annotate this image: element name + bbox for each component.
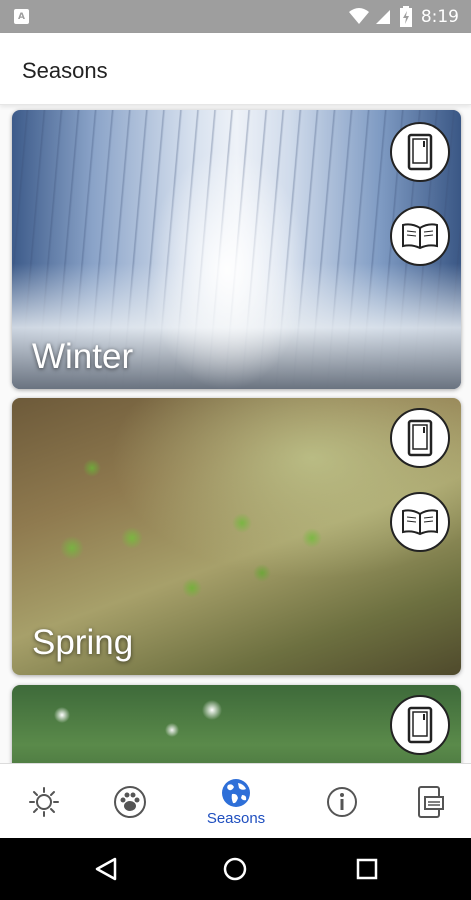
system-navigation-bar (0, 838, 471, 900)
book-button[interactable] (390, 206, 450, 266)
back-icon[interactable] (93, 856, 119, 882)
app-bar: Seasons (0, 33, 471, 105)
nav-item-seasons[interactable]: Seasons (196, 764, 276, 839)
tablet-button[interactable] (390, 695, 450, 755)
battery-icon (400, 6, 412, 27)
bottom-navigation: Seasons (0, 763, 471, 838)
tablet-icon (407, 419, 433, 457)
card-title: Winter (32, 337, 134, 376)
book-icon (402, 223, 438, 250)
season-card-winter[interactable]: Winter (12, 110, 461, 389)
signal-icon (376, 10, 390, 24)
globe-icon (222, 778, 250, 807)
nav-item-devices[interactable] (400, 764, 460, 839)
tablet-button[interactable] (390, 408, 450, 468)
sun-icon (29, 786, 59, 817)
nav-item-animals[interactable] (100, 764, 160, 839)
nav-item-weather[interactable] (14, 764, 74, 839)
season-card-spring[interactable]: Spring (12, 398, 461, 675)
recents-icon[interactable] (354, 856, 380, 882)
tablet-icon (407, 133, 433, 171)
card-title: Spring (32, 623, 134, 662)
tablet-button[interactable] (390, 122, 450, 182)
devices-icon (418, 785, 444, 818)
book-icon (402, 509, 438, 536)
info-icon (327, 786, 357, 817)
app-notification-icon: A (14, 9, 29, 24)
page-title: Seasons (22, 58, 108, 83)
season-card-summer[interactable] (12, 685, 461, 763)
tablet-icon (407, 706, 433, 744)
status-bar: A 8:19 (0, 0, 471, 33)
nav-item-info[interactable] (312, 764, 372, 839)
book-button[interactable] (390, 492, 450, 552)
home-icon[interactable] (222, 856, 248, 882)
status-time: 8:19 (420, 7, 459, 27)
season-list[interactable]: Winter Spring (0, 106, 471, 763)
nav-label-seasons: Seasons (206, 809, 266, 827)
wifi-icon (349, 8, 369, 24)
paw-icon (114, 785, 146, 818)
